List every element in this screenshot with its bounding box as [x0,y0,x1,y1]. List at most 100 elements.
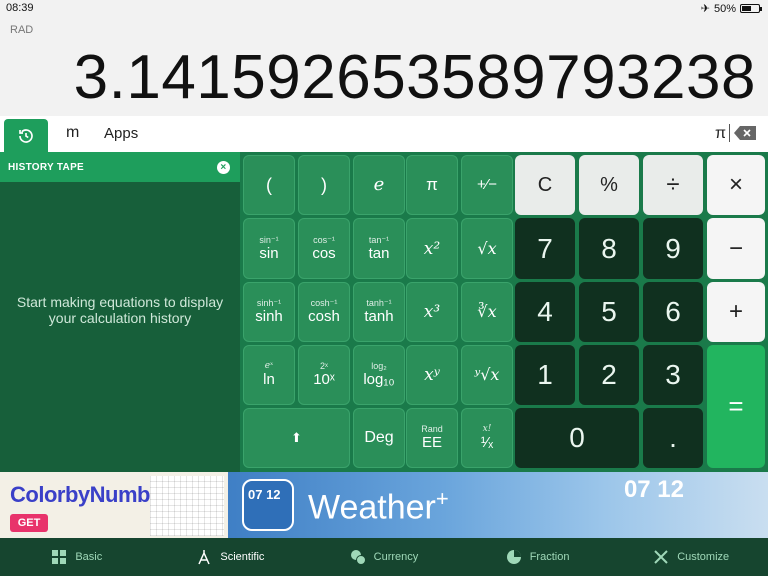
key-cube-root[interactable]: ∛x [461,282,513,342]
key-7[interactable]: 7 [515,218,575,279]
key-ee[interactable]: Rand EE [406,408,458,468]
key-plus-minus[interactable]: +⁄− [461,155,513,215]
key-open-paren[interactable]: ( [243,155,295,215]
key-label: ÷ [666,171,680,198]
weather-word: Weather [308,488,436,527]
status-right: ✈ 50% [700,2,762,15]
key-label: π [426,175,438,194]
result-value: 3.141592653589793238 [73,43,756,112]
key-sin[interactable]: sin⁻¹ sin [243,218,295,279]
key-6[interactable]: 6 [643,282,703,342]
key-log10[interactable]: log₂ log₁₀ [353,345,405,405]
key-sublabel: sin⁻¹ [259,234,279,245]
key-ten-power[interactable]: 2ˣ 10ˣ [298,345,350,405]
weather-icon-time: 07 12 [248,487,281,502]
key-label: × [728,171,743,198]
history-icon [19,128,33,143]
currency-icon [350,550,366,565]
key-percent[interactable]: % [579,155,639,215]
nav-customize[interactable]: Customize [614,538,768,576]
key-4[interactable]: 4 [515,282,575,342]
key-x-power-y[interactable]: xʸ [406,345,458,405]
key-label: 1 [537,359,553,390]
key-multiply[interactable]: × [707,155,765,215]
key-label: 2 [601,359,617,390]
tab-history[interactable] [4,119,48,152]
key-plus[interactable]: + [707,282,765,342]
nav-label: Currency [373,551,419,563]
history-panel: HISTORY TAPE × Start making equations to… [0,152,240,472]
key-sublabel: eˣ [264,361,274,371]
key-tanh[interactable]: tanh⁻¹ tanh [353,282,405,342]
key-label: . [669,422,677,453]
key-label: EE [421,434,442,451]
keypad: ( ) e π +⁄− sin⁻¹ sin cos⁻¹ cos tan⁻¹ tan x… [240,152,768,472]
key-pi[interactable]: π [406,155,458,215]
key-label: − [728,234,743,262]
expression-input[interactable]: π [715,125,726,143]
shift-icon: ⬆ [291,430,302,445]
angle-mode-indicator: RAD [10,24,34,36]
key-close-paren[interactable]: ) [298,155,350,215]
ad-banner[interactable]: ColorbyNumber GET 07 12 Weather+ 07 12 [0,472,768,538]
key-label: tanh [364,308,394,325]
key-label: = [728,391,744,421]
key-sublabel: cosh⁻¹ [310,298,338,308]
key-x-squared[interactable]: x² [406,218,458,279]
key-label: cos [312,244,336,262]
history-title: HISTORY TAPE [8,162,85,173]
key-8[interactable]: 8 [579,218,639,279]
key-label: 6 [665,296,681,327]
key-label: C [537,173,553,196]
key-0[interactable]: 0 [515,408,639,468]
key-deg[interactable]: Deg [353,408,405,468]
key-decimal[interactable]: . [643,408,703,468]
nav-scientific[interactable]: Scientific [154,538,308,576]
nav-label: Scientific [220,551,265,563]
tab-apps[interactable]: Apps [104,125,138,142]
key-square-root[interactable]: √x [461,218,513,279]
key-minus[interactable]: − [707,218,765,279]
key-equals[interactable]: = [707,345,765,468]
key-y-root[interactable]: ʸ√x [461,345,513,405]
key-reciprocal[interactable]: x! ¹⁄ₓ [461,408,513,468]
key-label: ʸ√x [474,365,500,384]
backspace-icon[interactable] [734,126,756,140]
key-sublabel: cos⁻¹ [313,234,335,245]
key-ln[interactable]: eˣ ln [243,345,295,405]
key-5[interactable]: 5 [579,282,639,342]
airplane-icon: ✈ [700,3,710,15]
key-tan[interactable]: tan⁻¹ tan [353,218,405,279]
key-2[interactable]: 2 [579,345,639,405]
key-label: 10ˣ [313,371,335,388]
key-sinh[interactable]: sinh⁻¹ sinh [243,282,295,342]
key-divide[interactable]: ÷ [643,155,703,215]
nav-currency[interactable]: Currency [307,538,461,576]
tab-memory[interactable]: m [66,124,79,142]
key-label: ln [263,371,275,388]
key-1[interactable]: 1 [515,345,575,405]
close-icon[interactable]: × [217,161,230,174]
key-shift[interactable]: ⬆ [243,408,350,468]
key-sublabel: tanh⁻¹ [366,298,392,308]
ad-get-button[interactable]: GET [10,514,48,532]
key-x-cubed[interactable]: x³ [406,282,458,342]
nav-label: Fraction [529,551,570,563]
key-cos[interactable]: cos⁻¹ cos [298,218,350,279]
weather-plus: + [435,486,449,511]
key-clear[interactable]: C [515,155,575,215]
history-empty-message: Start making equations to display your c… [16,294,224,326]
key-label: ¹⁄ₓ [480,434,494,451]
ad-color-by-number[interactable]: ColorbyNumber GET [0,472,228,538]
key-9[interactable]: 9 [643,218,703,279]
key-label: ( [266,175,272,195]
nav-fraction[interactable]: Fraction [461,538,615,576]
key-sublabel: log₂ [371,361,387,371]
key-3[interactable]: 3 [643,345,703,405]
key-label: 4 [537,296,553,327]
ad-weather[interactable]: 07 12 Weather+ 07 12 [228,472,768,538]
weather-app-icon: 07 12 [242,479,294,531]
key-cosh[interactable]: cosh⁻¹ cosh [298,282,350,342]
key-e[interactable]: e [353,155,405,215]
nav-basic[interactable]: Basic [0,538,154,576]
